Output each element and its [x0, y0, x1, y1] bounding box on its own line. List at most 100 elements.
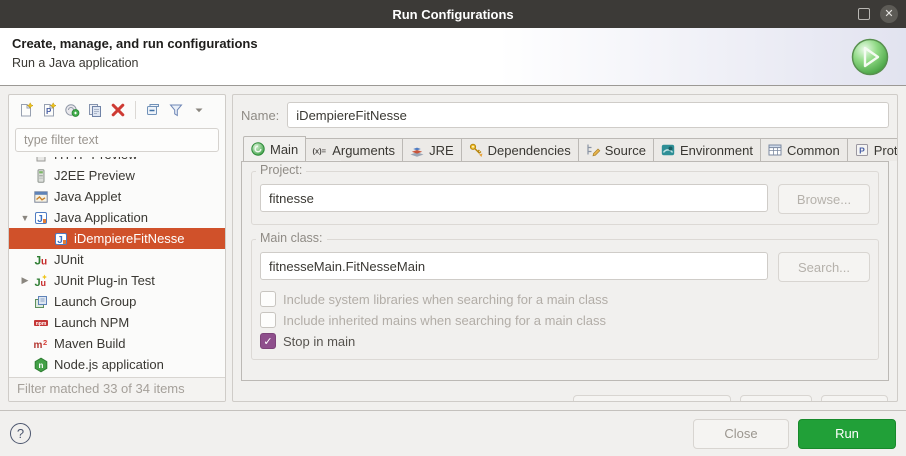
project-label: Project:	[256, 163, 306, 177]
main-tab-content: Project: Browse... Main class: Search...…	[241, 161, 889, 381]
dependencies-tab-icon	[468, 142, 484, 158]
tab-common[interactable]: Common	[760, 138, 848, 161]
tab-main[interactable]: Main	[243, 136, 306, 161]
tree-item-http-preview[interactable]: HTTP Preview	[9, 157, 225, 165]
launch-npm-icon: npm	[33, 315, 49, 331]
svg-text:2: 2	[43, 338, 47, 347]
tree-item-label: Launch NPM	[54, 315, 129, 330]
junit-plugin-icon: Ju	[33, 273, 49, 289]
new-prototype-icon: P	[41, 102, 57, 118]
tree-item-j2ee-preview[interactable]: J2EE Preview	[9, 165, 225, 186]
menu-dropdown-button[interactable]	[189, 100, 209, 120]
tab-strip: Main (x)= Arguments JRE Dependencies Source En…	[241, 136, 889, 161]
java-applet-icon	[33, 189, 49, 205]
java-application-icon: J	[33, 210, 49, 226]
collapse-all-button[interactable]	[143, 100, 163, 120]
duplicate-button[interactable]	[85, 100, 105, 120]
filter-input[interactable]	[15, 128, 219, 152]
show-command-line-button[interactable]: Show Command Line	[573, 395, 731, 402]
tree-item-node-js-application[interactable]: nNode.js application	[9, 354, 225, 375]
page-subtitle: Run a Java application	[12, 56, 894, 70]
tree-item-launch-group[interactable]: Launch Group	[9, 291, 225, 312]
project-input[interactable]	[260, 184, 768, 212]
link-prototype-button[interactable]	[62, 100, 82, 120]
main-class-options: Include system libraries when searching …	[260, 291, 870, 349]
close-button[interactable]: Close	[693, 419, 789, 449]
tab-label: Source	[605, 143, 646, 158]
tab-label: Prototype	[874, 143, 898, 158]
collapse-all-icon	[145, 102, 161, 118]
tree-item-maven-build[interactable]: m2Maven Build	[9, 333, 225, 354]
tree-item-label: HTTP Preview	[54, 157, 138, 162]
checkbox-checked-icon[interactable]: ✓	[260, 333, 276, 349]
tree-item-label: iDempiereFitNesse	[74, 231, 185, 246]
checkbox-row-include-inherited-mains-when-searching-f: Include inherited mains when searching f…	[260, 312, 870, 328]
tab-label: JRE	[429, 143, 454, 158]
checkbox-unchecked-icon[interactable]	[260, 312, 276, 328]
tree-item-junit[interactable]: JuJUnit	[9, 249, 225, 270]
menu-dropdown-icon	[191, 102, 207, 118]
delete-icon	[110, 102, 126, 118]
help-button[interactable]: ?	[10, 423, 31, 444]
main-class-label: Main class:	[256, 231, 327, 245]
name-input[interactable]	[287, 102, 889, 128]
filter-icon	[168, 102, 184, 118]
checkbox-unchecked-icon[interactable]	[260, 291, 276, 307]
prototype-tab-icon: P	[854, 142, 870, 158]
new-prototype-button[interactable]: P	[39, 100, 59, 120]
tree-item-label: J2EE Preview	[54, 168, 135, 183]
tree-item-label: Java Application	[54, 210, 148, 225]
titlebar: Run Configurations ✕	[0, 0, 906, 28]
tree-item-idempierefitnesse[interactable]: JiDempiereFitNesse	[9, 228, 225, 249]
tree-item-java-application[interactable]: ▼J Java Application	[9, 207, 225, 228]
tree-item-label: Java Applet	[54, 189, 121, 204]
configuration-editor: Name: Main(x)=ArgumentsJREDependenciesSo…	[232, 94, 898, 402]
java-application-icon: J	[53, 231, 69, 247]
search-button[interactable]: Search...	[778, 252, 870, 282]
junit-icon: Ju	[33, 252, 49, 268]
expander-closed-icon[interactable]: ▶	[17, 275, 33, 286]
tab-arguments[interactable]: (x)= Arguments	[305, 138, 403, 161]
tree-item-launch-npm[interactable]: npm Launch NPM	[9, 312, 225, 333]
tree-item-junit-plug-in-test[interactable]: ▶JuJUnit Plug-in Test	[9, 270, 225, 291]
common-tab-icon	[767, 142, 783, 158]
close-icon[interactable]: ✕	[880, 5, 898, 23]
source-tab-icon	[585, 142, 601, 158]
svg-text:P: P	[46, 107, 52, 116]
svg-text:J: J	[57, 235, 63, 246]
tab-dependencies[interactable]: Dependencies	[461, 138, 579, 161]
configurations-tree: HTTP PreviewJ2EE PreviewJava Applet▼JJav…	[9, 157, 225, 377]
maximize-icon[interactable]	[858, 8, 870, 20]
checkbox-row-include-system-libraries-when-searching-: Include system libraries when searching …	[260, 291, 870, 307]
new-config-button[interactable]	[16, 100, 36, 120]
toolbar-separator	[135, 101, 136, 119]
expander-open-icon[interactable]: ▼	[17, 213, 33, 223]
tab-environment[interactable]: Environment	[653, 138, 761, 161]
tab-label: Dependencies	[488, 143, 571, 158]
arguments-tab-icon: (x)=	[312, 142, 328, 158]
tree-item-label: Node.js application	[54, 357, 164, 372]
link-prototype-icon	[64, 102, 80, 118]
tab-source[interactable]: Source	[578, 138, 654, 161]
apply-button[interactable]: Apply	[821, 395, 888, 402]
svg-text:u: u	[41, 256, 47, 267]
revert-button[interactable]: Revert	[740, 395, 812, 402]
run-button[interactable]: Run	[798, 419, 896, 449]
delete-button[interactable]	[108, 100, 128, 120]
tab-jre[interactable]: JRE	[402, 138, 462, 161]
duplicate-icon	[87, 102, 103, 118]
tab-label: Common	[787, 143, 840, 158]
browse-button[interactable]: Browse...	[778, 184, 870, 214]
svg-text:m: m	[34, 340, 43, 351]
config-actions: Show Command Line Revert Apply	[241, 381, 889, 402]
dialog-header: Create, manage, and run configurations R…	[0, 28, 906, 86]
main-class-input[interactable]	[260, 252, 768, 280]
checkbox-row-stop-in-main: ✓Stop in main	[260, 333, 870, 349]
filter-button[interactable]	[166, 100, 186, 120]
svg-text:(x)=: (x)=	[313, 147, 327, 156]
launch-group-icon	[33, 294, 49, 310]
tab-prototype[interactable]: P Prototype	[847, 138, 898, 161]
tab-label: Arguments	[332, 143, 395, 158]
tree-item-java-applet[interactable]: Java Applet	[9, 186, 225, 207]
tree-item-label: Launch Group	[54, 294, 136, 309]
